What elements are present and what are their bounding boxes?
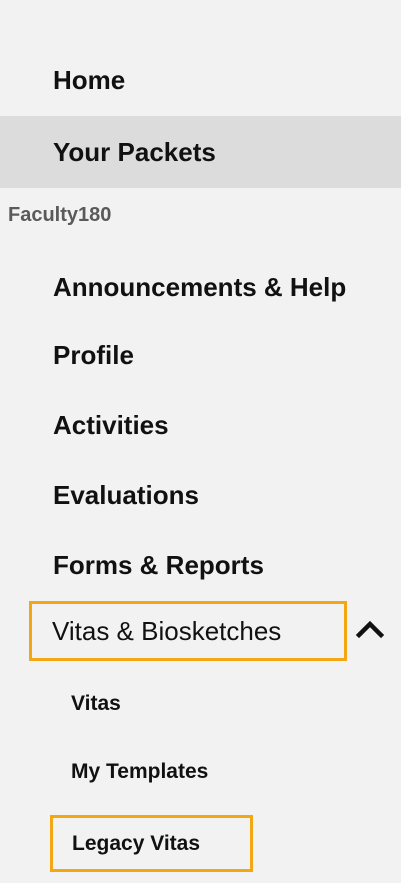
sidebar-navigation: Home Your Packets Faculty180 Announcemen… [0, 0, 401, 883]
nav-item-vitas-biosketches-label: Vitas & Biosketches [52, 615, 282, 646]
nav-item-announcements-help-label: Announcements & Help [53, 271, 347, 302]
nav-item-your-packets[interactable]: Your Packets [0, 116, 401, 188]
chevron-up-icon[interactable] [353, 615, 387, 645]
nav-item-home-label: Home [53, 64, 126, 95]
nav-item-profile[interactable]: Profile [0, 320, 401, 390]
nav-subitem-my-templates[interactable]: My Templates [0, 739, 401, 805]
section-label-faculty180: Faculty180 [8, 204, 112, 226]
nav-item-announcements-help[interactable]: Announcements & Help [0, 252, 401, 322]
nav-subitem-my-templates-label: My Templates [71, 760, 209, 783]
nav-subitem-legacy-vitas-label: Legacy Vitas [72, 831, 201, 855]
nav-item-activities[interactable]: Activities [0, 390, 401, 460]
nav-item-vitas-biosketches-row: Vitas & Biosketches [0, 599, 401, 669]
nav-item-forms-reports[interactable]: Forms & Reports [0, 530, 401, 600]
nav-subitem-legacy-vitas[interactable]: Legacy Vitas [50, 815, 253, 872]
nav-subitem-vitas[interactable]: Vitas [0, 671, 401, 737]
nav-item-forms-reports-label: Forms & Reports [53, 549, 264, 580]
nav-item-activities-label: Activities [53, 409, 169, 440]
nav-item-evaluations[interactable]: Evaluations [0, 460, 401, 530]
nav-item-profile-label: Profile [53, 339, 134, 370]
chevron-up-icon-svg [355, 620, 385, 639]
nav-item-evaluations-label: Evaluations [53, 479, 199, 510]
nav-item-vitas-biosketches[interactable]: Vitas & Biosketches [29, 601, 347, 661]
nav-subitem-vitas-label: Vitas [71, 692, 121, 715]
nav-item-your-packets-label: Your Packets [53, 136, 216, 167]
nav-item-home[interactable]: Home [0, 44, 401, 116]
